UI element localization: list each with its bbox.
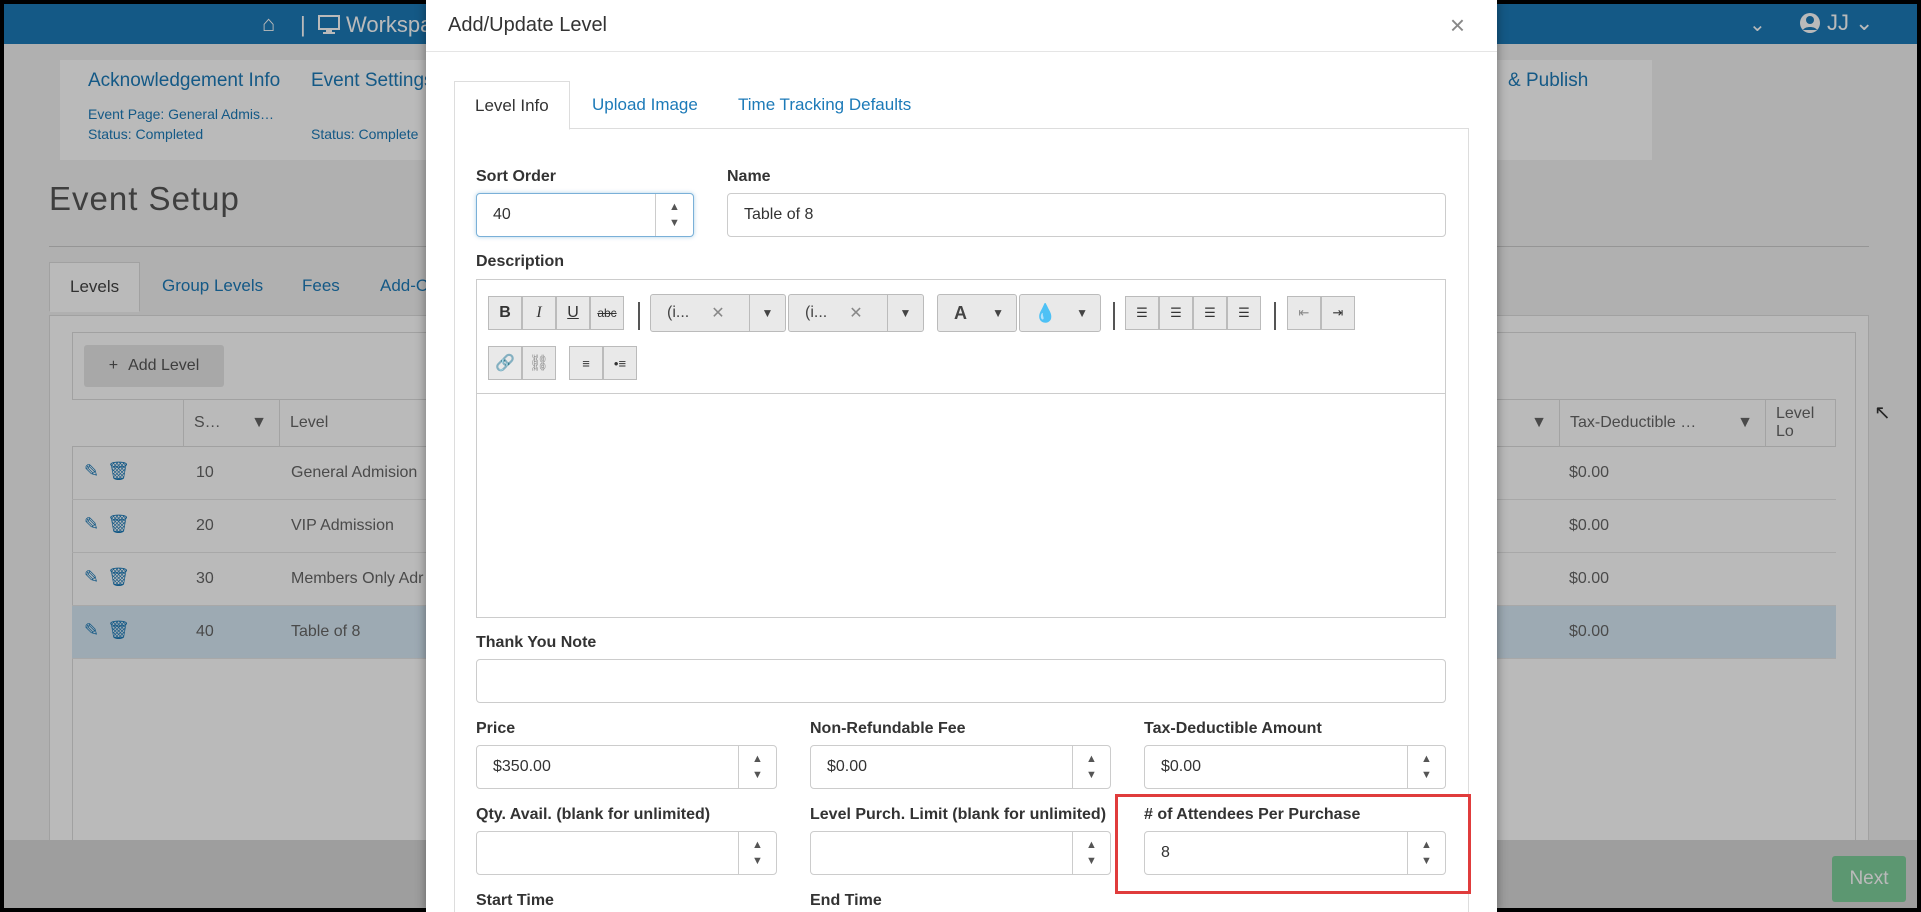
price-input[interactable]: $350.00 ▲ ▼	[476, 745, 777, 789]
caret-down-icon[interactable]: ▼	[749, 295, 785, 331]
underline-button[interactable]: U	[556, 296, 590, 330]
attendees-per-purchase-input[interactable]: 8 ▲ ▼	[1144, 831, 1446, 875]
close-icon[interactable]: ×	[1450, 10, 1465, 41]
price-value: $350.00	[493, 758, 551, 775]
bold-button[interactable]: B	[488, 296, 522, 330]
caret-down-icon[interactable]: ▼	[1086, 853, 1097, 869]
non-refundable-fee-label: Non-Refundable Fee	[810, 720, 966, 737]
unlink-icon[interactable]: ⛓	[522, 346, 556, 380]
link-icon[interactable]: 🔗	[488, 346, 522, 380]
font-size-dropdown[interactable]: (i... ✕ ▼	[788, 294, 924, 332]
caret-down-icon[interactable]: ▼	[752, 853, 763, 869]
tax-deductible-amount-stepper[interactable]: ▲ ▼	[1407, 746, 1445, 788]
clear-icon[interactable]: ✕	[711, 303, 724, 323]
tab-time-tracking-defaults[interactable]: Time Tracking Defaults	[738, 95, 911, 115]
toolbar-separator	[1113, 302, 1115, 330]
text-color-icon: A	[954, 302, 967, 323]
price-label: Price	[476, 720, 516, 737]
qty-available-input[interactable]: ▲ ▼	[476, 831, 777, 875]
caret-down-icon[interactable]: ▼	[752, 767, 763, 783]
caret-down-icon[interactable]: ▼	[887, 295, 923, 331]
end-time-label: End Time	[810, 892, 882, 909]
caret-up-icon[interactable]: ▲	[669, 199, 680, 215]
italic-button[interactable]: I	[522, 296, 556, 330]
tab-level-info[interactable]: Level Info	[454, 81, 570, 130]
caret-down-icon[interactable]: ▼	[669, 215, 680, 231]
unordered-list-icon[interactable]: •≡	[603, 346, 637, 380]
clear-icon[interactable]: ✕	[849, 303, 862, 323]
indent-icon[interactable]: ⇥	[1321, 296, 1355, 330]
caret-up-icon[interactable]: ▲	[752, 751, 763, 767]
non-refundable-fee-input[interactable]: $0.00 ▲ ▼	[810, 745, 1111, 789]
non-refundable-fee-stepper[interactable]: ▲ ▼	[1072, 746, 1110, 788]
thank-you-note-label: Thank You Note	[476, 634, 597, 651]
tax-deductible-amount-label: Tax-Deductible Amount	[1144, 720, 1322, 737]
tab-upload-image[interactable]: Upload Image	[592, 95, 698, 115]
caret-down-icon[interactable]: ▼	[992, 306, 1004, 320]
modal-header: Add/Update Level ×	[426, 0, 1497, 52]
sort-order-stepper[interactable]: ▲ ▼	[655, 194, 693, 236]
qty-available-stepper[interactable]: ▲ ▼	[738, 832, 776, 874]
toolbar-separator	[638, 302, 640, 330]
qty-available-label: Qty. Avail. (blank for unlimited)	[476, 806, 711, 823]
font-family-dropdown[interactable]: (i... ✕ ▼	[650, 294, 786, 332]
outdent-icon[interactable]: ⇤	[1287, 296, 1321, 330]
toolbar-separator	[1274, 302, 1276, 330]
caret-down-icon[interactable]: ▼	[1076, 306, 1088, 320]
caret-down-icon[interactable]: ▼	[1086, 767, 1097, 783]
ordered-list-icon[interactable]: ≡	[569, 346, 603, 380]
description-label: Description	[476, 253, 565, 270]
name-value: Table of 8	[744, 206, 814, 223]
purchase-limit-stepper[interactable]: ▲ ▼	[1072, 832, 1110, 874]
align-justify-icon[interactable]: ☰	[1227, 296, 1261, 330]
strikethrough-button[interactable]: abc	[590, 296, 624, 330]
caret-up-icon[interactable]: ▲	[1086, 837, 1097, 853]
purchase-limit-label: Level Purch. Limit (blank for unlimited)	[810, 806, 1107, 823]
editor-toolbar: B I U abc (i... ✕ ▼ (i... ✕ ▼ A ▼ 💧 ▼ ☰ …	[477, 280, 1445, 394]
attendees-per-purchase-label: # of Attendees Per Purchase	[1144, 806, 1361, 823]
sort-order-value: 40	[493, 206, 511, 223]
background-color-picker[interactable]: 💧 ▼	[1019, 294, 1101, 332]
modal-tabs: Level Info Upload Image Time Tracking De…	[454, 81, 1469, 130]
caret-down-icon[interactable]: ▼	[1421, 853, 1432, 869]
font-size-value: (i...	[805, 304, 828, 321]
align-left-icon[interactable]: ☰	[1125, 296, 1159, 330]
droplet-icon: 💧	[1034, 302, 1057, 323]
sort-order-input[interactable]: 40 ▲ ▼	[476, 193, 694, 237]
non-refundable-fee-value: $0.00	[827, 758, 868, 775]
tax-deductible-amount-input[interactable]: $0.00 ▲ ▼	[1144, 745, 1446, 789]
start-time-label: Start Time	[476, 892, 554, 909]
attendees-per-purchase-value: 8	[1161, 844, 1170, 861]
name-input[interactable]: Table of 8	[727, 193, 1446, 237]
name-label: Name	[727, 168, 771, 185]
text-color-picker[interactable]: A ▼	[937, 294, 1017, 332]
align-center-icon[interactable]: ☰	[1193, 296, 1227, 330]
price-stepper[interactable]: ▲ ▼	[738, 746, 776, 788]
attendees-per-purchase-stepper[interactable]: ▲ ▼	[1407, 832, 1445, 874]
caret-down-icon[interactable]: ▼	[1421, 767, 1432, 783]
align-right-icon[interactable]: ☰	[1159, 296, 1193, 330]
modal-title: Add/Update Level	[448, 14, 608, 36]
caret-up-icon[interactable]: ▲	[1086, 751, 1097, 767]
font-family-value: (i...	[667, 304, 690, 321]
description-editor: B I U abc (i... ✕ ▼ (i... ✕ ▼ A ▼ 💧 ▼ ☰ …	[476, 279, 1446, 618]
description-textarea[interactable]	[477, 394, 1445, 617]
caret-up-icon[interactable]: ▲	[1421, 837, 1432, 853]
caret-up-icon[interactable]: ▲	[1421, 751, 1432, 767]
sort-order-label: Sort Order	[476, 168, 557, 185]
caret-up-icon[interactable]: ▲	[752, 837, 763, 853]
thank-you-note-input[interactable]	[476, 659, 1446, 703]
tax-deductible-amount-value: $0.00	[1161, 758, 1202, 775]
purchase-limit-input[interactable]: ▲ ▼	[810, 831, 1111, 875]
